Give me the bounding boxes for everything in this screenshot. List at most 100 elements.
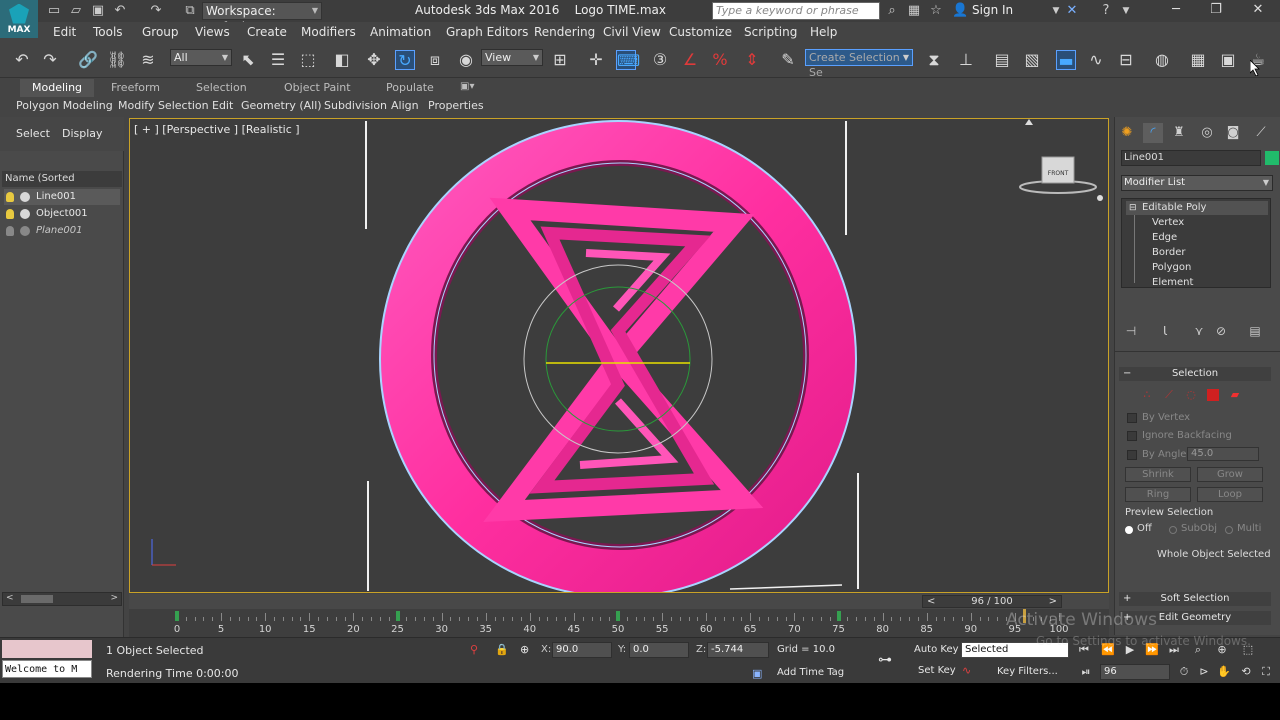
make-unique-icon[interactable]: ⋎ bbox=[1191, 323, 1207, 339]
selection-filter-dropdown[interactable]: All ▼ bbox=[170, 49, 232, 66]
align-icon[interactable]: ⊥ bbox=[956, 50, 976, 70]
grow-button[interactable]: Grow bbox=[1197, 467, 1263, 482]
layer-explorer-icon[interactable]: ▧ bbox=[1022, 50, 1042, 70]
workspace-dropdown[interactable]: Workspace: Default ▼ bbox=[202, 2, 322, 34]
column-header-name[interactable]: Name (Sorted Ascending) bbox=[2, 171, 122, 200]
selection-lock-icon[interactable]: 🔒 bbox=[495, 643, 509, 656]
ribbon-options-icon[interactable]: ▣▾ bbox=[460, 81, 474, 92]
open-file-icon[interactable]: ▱ bbox=[68, 3, 84, 19]
toggle-ribbon-icon[interactable]: ▬ bbox=[1056, 50, 1076, 70]
stack-item-editable-poly[interactable]: ⊟ Editable Poly bbox=[1126, 201, 1268, 215]
field-of-view-icon[interactable]: ⊳ bbox=[1196, 664, 1212, 680]
sign-in-button[interactable]: Sign In bbox=[972, 3, 1013, 17]
menu-create[interactable]: Create bbox=[247, 25, 287, 39]
select-and-place-icon[interactable]: ◉ bbox=[456, 50, 476, 70]
shrink-button[interactable]: Shrink bbox=[1125, 467, 1191, 482]
preview-off-radio[interactable] bbox=[1125, 526, 1133, 534]
menu-scripting[interactable]: Scripting bbox=[744, 25, 797, 39]
redo-icon[interactable]: ↷ bbox=[40, 50, 60, 70]
motion-tab-icon[interactable]: ◎ bbox=[1197, 123, 1217, 143]
loop-button[interactable]: Loop bbox=[1197, 487, 1263, 502]
curve-editor-icon[interactable]: ∿ bbox=[1086, 50, 1106, 70]
angle-snap-icon[interactable]: ∠ bbox=[680, 50, 700, 70]
list-item[interactable]: Plane001 bbox=[4, 223, 120, 239]
select-and-scale-icon[interactable]: ⧈ bbox=[425, 50, 445, 70]
scene-explorer-toggle-icon[interactable]: ▤ bbox=[992, 50, 1012, 70]
orbit-icon[interactable]: ⟲ bbox=[1238, 664, 1254, 680]
tab-object-paint[interactable]: Object Paint bbox=[284, 81, 351, 94]
user-icon[interactable]: 👤 bbox=[952, 3, 968, 19]
rollout-selection[interactable]: − Selection bbox=[1119, 367, 1271, 381]
edit-named-selection-icon[interactable]: ✎ bbox=[778, 50, 798, 70]
ignore-backfacing-checkbox[interactable] bbox=[1127, 431, 1137, 441]
horizontal-scrollbar[interactable]: < > bbox=[2, 592, 122, 606]
maximize-viewport-icon[interactable]: ⛶ bbox=[1258, 664, 1274, 680]
utilities-tab-icon[interactable]: ⟋ bbox=[1251, 123, 1271, 143]
animation-key[interactable] bbox=[175, 611, 179, 621]
tab-selection[interactable]: Selection bbox=[196, 81, 247, 94]
menu-views[interactable]: Views bbox=[195, 25, 230, 39]
keyboard-shortcut-override-icon[interactable]: ⌨ bbox=[616, 50, 640, 70]
panel-modify-selection[interactable]: Modify Selection bbox=[118, 99, 209, 112]
rectangular-selection-icon[interactable]: ⬚ bbox=[298, 50, 318, 70]
panel-align[interactable]: Align bbox=[391, 99, 419, 112]
use-pivot-center-icon[interactable]: ⊞ bbox=[550, 50, 570, 70]
menu-graph-editors[interactable]: Graph Editors bbox=[446, 25, 528, 39]
tab-modeling[interactable]: Modeling bbox=[20, 79, 95, 97]
object-color-swatch[interactable] bbox=[1265, 151, 1279, 165]
time-slider[interactable]: < 96 / 100 > bbox=[129, 594, 1109, 609]
add-time-tag-button[interactable]: Add Time Tag bbox=[777, 667, 844, 678]
close-icon[interactable]: ✕ bbox=[1248, 2, 1268, 17]
named-selection-sets-dropdown[interactable]: Create Selection Se ▼ bbox=[805, 49, 913, 79]
render-setup-icon[interactable]: ▦ bbox=[1188, 50, 1208, 70]
menu-rendering[interactable]: Rendering bbox=[534, 25, 595, 39]
subscription-icon[interactable]: ▦ bbox=[906, 3, 922, 19]
schematic-view-icon[interactable]: ⊟ bbox=[1116, 50, 1136, 70]
help-icon[interactable]: ? bbox=[1098, 3, 1114, 19]
stack-item-border[interactable]: Border bbox=[1152, 247, 1186, 258]
stack-item-vertex[interactable]: Vertex bbox=[1152, 217, 1184, 228]
select-by-name-icon[interactable]: ☰ bbox=[268, 50, 288, 70]
tab-populate[interactable]: Populate bbox=[386, 81, 434, 94]
menu-animation[interactable]: Animation bbox=[370, 25, 431, 39]
menu-edit[interactable]: Edit bbox=[53, 25, 76, 39]
remove-modifier-icon[interactable]: ⊘ bbox=[1213, 323, 1229, 339]
light-bulb-icon[interactable] bbox=[6, 192, 14, 202]
chevron-right-icon[interactable]: > bbox=[110, 593, 118, 603]
light-bulb-icon[interactable] bbox=[6, 209, 14, 219]
stack-item-element[interactable]: Element bbox=[1152, 277, 1193, 288]
stack-item-polygon[interactable]: Polygon bbox=[1152, 262, 1191, 273]
panel-properties[interactable]: Properties bbox=[428, 99, 484, 112]
set-key-icon[interactable]: ∿ bbox=[962, 664, 971, 677]
pan-view-icon[interactable]: ✋ bbox=[1216, 664, 1232, 680]
visibility-icon[interactable] bbox=[20, 226, 30, 236]
material-editor-icon[interactable]: ◍ bbox=[1152, 50, 1172, 70]
select-and-rotate-icon[interactable]: ↻ bbox=[395, 50, 415, 70]
reference-coordinate-dropdown[interactable]: View ▼ bbox=[481, 49, 543, 66]
animation-key[interactable] bbox=[836, 611, 841, 621]
modifier-list-dropdown[interactable]: Modifier List ▼ bbox=[1121, 175, 1273, 191]
menu-group[interactable]: Group bbox=[142, 25, 179, 39]
exchange-apps-icon[interactable]: ✕ bbox=[1064, 3, 1080, 19]
current-frame-field[interactable]: 96 bbox=[1100, 664, 1170, 680]
edge-mode-icon[interactable]: ⟋ bbox=[1163, 389, 1175, 401]
element-mode-icon[interactable]: ▰ bbox=[1229, 389, 1241, 401]
maxscript-listener-input[interactable] bbox=[2, 640, 92, 658]
set-key-button[interactable]: Set Key bbox=[918, 665, 956, 676]
preview-subobj-radio[interactable] bbox=[1169, 526, 1177, 534]
tab-freeform[interactable]: Freeform bbox=[111, 81, 160, 94]
redo-icon[interactable]: ↷ bbox=[148, 3, 164, 19]
visibility-icon[interactable] bbox=[20, 209, 30, 219]
border-mode-icon[interactable]: ◌ bbox=[1185, 389, 1197, 401]
chevron-left-icon[interactable]: < bbox=[927, 596, 935, 607]
ring-button[interactable]: Ring bbox=[1125, 487, 1191, 502]
perspective-viewport[interactable]: [ + ] [Perspective ] [Realistic ] FRONT bbox=[129, 118, 1109, 593]
panel-edit[interactable]: Edit bbox=[212, 99, 233, 112]
restore-icon[interactable]: ❐ bbox=[1206, 2, 1226, 17]
percent-snap-icon[interactable]: % bbox=[710, 50, 730, 70]
expand-icon[interactable]: + bbox=[1123, 592, 1131, 606]
collapse-icon[interactable]: − bbox=[1123, 367, 1131, 381]
app-menu-button[interactable]: MAX bbox=[0, 0, 38, 38]
maxscript-listener-output[interactable]: Welcome to M bbox=[2, 660, 92, 678]
visibility-icon[interactable] bbox=[20, 192, 30, 202]
